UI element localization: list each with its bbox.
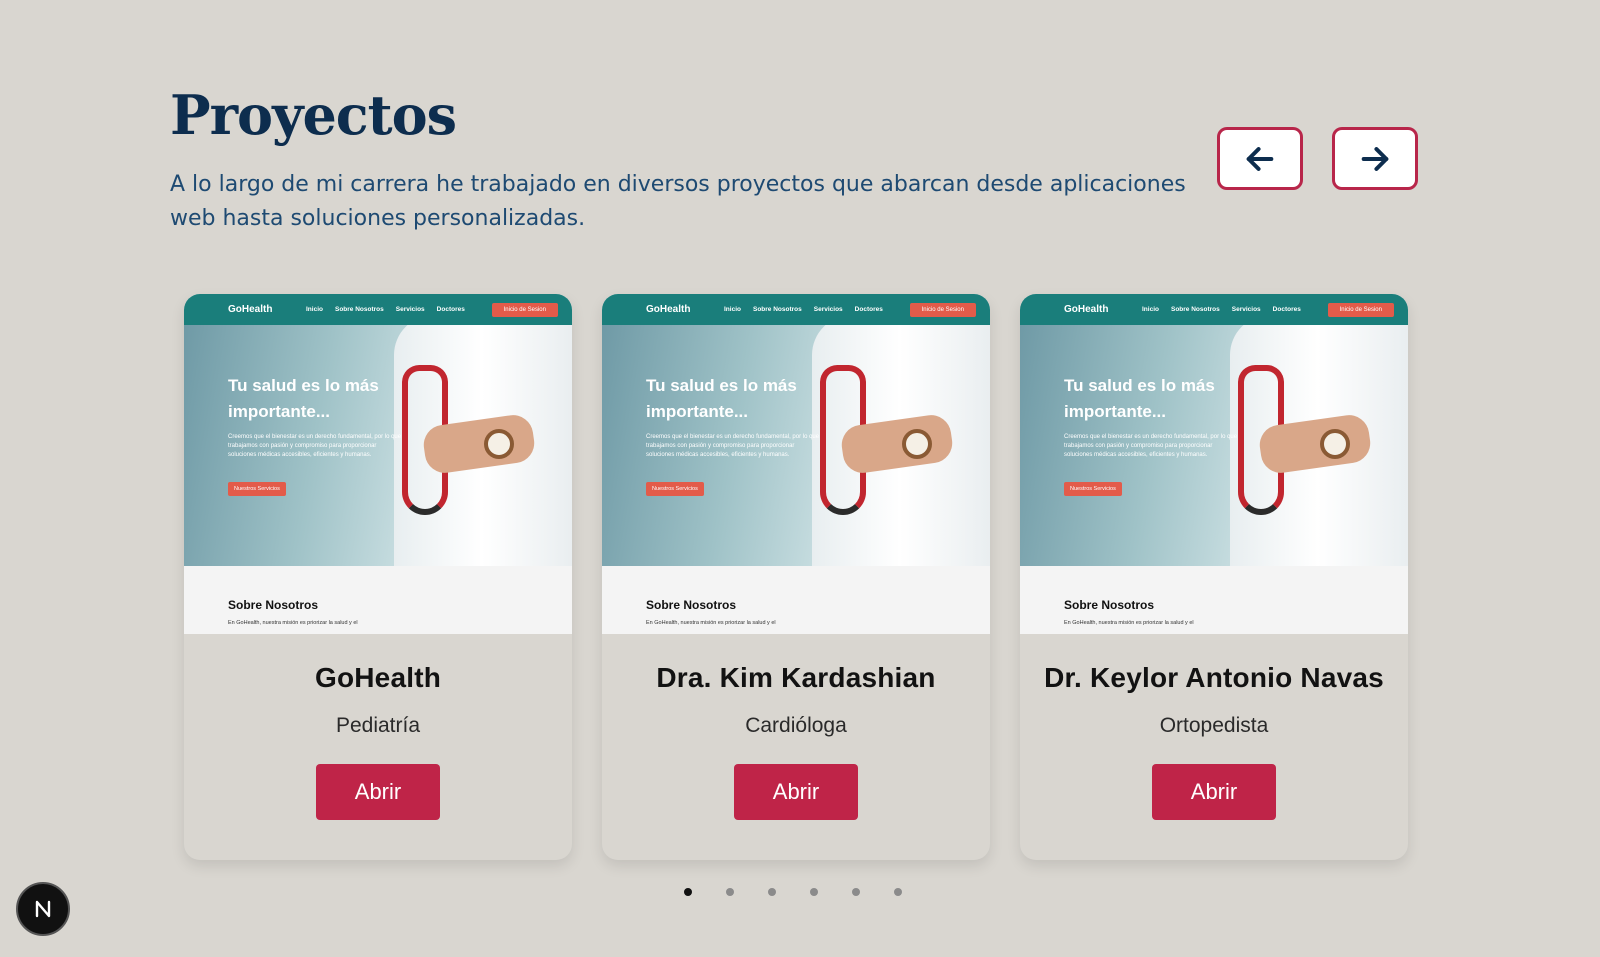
project-card: GoHealth Inicio Sobre Nosotros Servicios… — [602, 294, 990, 860]
project-name: Dr. Keylor Antonio Navas — [1044, 662, 1384, 693]
preview-nav-link: Doctores — [854, 306, 883, 313]
preview-nav-link: Servicios — [1231, 306, 1261, 313]
preview-about: Sobre Nosotros En GoHealth, nuestra misi… — [184, 566, 572, 634]
watch-image — [902, 429, 932, 459]
project-card: GoHealth Inicio Sobre Nosotros Servicios… — [1020, 294, 1408, 860]
pagination-dot[interactable] — [894, 888, 902, 896]
pagination-dot[interactable] — [768, 888, 776, 896]
preview-navbar: GoHealth Inicio Sobre Nosotros Servicios… — [602, 294, 990, 325]
preview-nav-link: Servicios — [813, 306, 843, 313]
preview-hero-title: Tu salud es lo más importante... — [646, 376, 797, 421]
preview-hero: Tu salud es lo más importante... Creemos… — [184, 325, 572, 566]
preview-navbar: GoHealth Inicio Sobre Nosotros Servicios… — [1020, 294, 1408, 325]
preview-logo: GoHealth — [646, 304, 691, 315]
preview-hero-body: Creemos que el bienestar es un derecho f… — [1064, 434, 1238, 458]
project-card: GoHealth Inicio Sobre Nosotros Servicios… — [184, 294, 572, 860]
pagination-dot[interactable] — [852, 888, 860, 896]
watch-image — [1320, 429, 1350, 459]
project-name: GoHealth — [314, 662, 442, 693]
preview-login-button: Inicio de Sesion — [491, 302, 558, 317]
preview-nav-link: Inicio — [306, 306, 323, 313]
preview-nav-links: Inicio Sobre Nosotros Servicios Doctores — [306, 306, 465, 313]
preview-nav-link: Sobre Nosotros — [752, 306, 802, 313]
preview-about-text: En GoHealth, nuestra misión es priorizar… — [228, 620, 358, 626]
pagination-dot[interactable] — [810, 888, 818, 896]
preview-hero: Tu salud es lo más importante... Creemos… — [1020, 325, 1408, 566]
preview-nav-links: Inicio Sobre Nosotros Servicios Doctores — [1142, 306, 1301, 313]
open-project-button[interactable]: Abrir — [734, 764, 858, 820]
preview-about-title: Sobre Nosotros — [646, 598, 737, 612]
preview-about-text: En GoHealth, nuestra misión es priorizar… — [646, 620, 776, 626]
project-role: Ortopedista — [1159, 714, 1269, 737]
arrow-right-icon — [1361, 146, 1389, 171]
page-description: A lo largo de mi carrera he trabajado en… — [170, 172, 1186, 231]
watch-image — [484, 429, 514, 459]
preview-logo: GoHealth — [228, 304, 273, 315]
pagination-dot[interactable] — [726, 888, 734, 896]
preview-about-title: Sobre Nosotros — [228, 598, 319, 612]
prev-button[interactable] — [1217, 127, 1303, 190]
preview-nav-links: Inicio Sobre Nosotros Servicios Doctores — [724, 306, 883, 313]
preview-nav-link: Doctores — [436, 306, 465, 313]
project-role: Pediatría — [335, 714, 421, 737]
preview-nav-link: Sobre Nosotros — [334, 306, 384, 313]
preview-hero-title: Tu salud es lo más importante... — [1064, 376, 1215, 421]
preview-nav-link: Inicio — [724, 306, 741, 313]
project-name: Dra. Kim Kardashian — [656, 662, 936, 693]
preview-logo: GoHealth — [1064, 304, 1109, 315]
preview-about-title: Sobre Nosotros — [1064, 598, 1155, 612]
preview-hero-body: Creemos que el bienestar es un derecho f… — [228, 434, 402, 458]
preview-login-button: Inicio de Sesion — [909, 302, 976, 317]
preview-about: Sobre Nosotros En GoHealth, nuestra misi… — [602, 566, 990, 634]
preview-hero-body: Creemos que el bienestar es un derecho f… — [646, 434, 820, 458]
preview-about-text: En GoHealth, nuestra misión es priorizar… — [1064, 620, 1194, 626]
preview-nav-link: Sobre Nosotros — [1170, 306, 1220, 313]
open-project-button[interactable]: Abrir — [316, 764, 440, 820]
preview-hero-button: Nuestros Servicios — [646, 482, 704, 496]
project-preview: GoHealth Inicio Sobre Nosotros Servicios… — [184, 294, 572, 634]
project-preview: GoHealth Inicio Sobre Nosotros Servicios… — [1020, 294, 1408, 634]
preview-hero-button: Nuestros Servicios — [1064, 482, 1122, 496]
carousel-pagination — [684, 888, 902, 896]
preview-nav-link: Servicios — [395, 306, 425, 313]
preview-hero-button: Nuestros Servicios — [228, 482, 286, 496]
preview-hero-title: Tu salud es lo más importante... — [228, 376, 379, 421]
preview-nav-link: Doctores — [1272, 306, 1301, 313]
n-letter-icon — [35, 900, 51, 918]
project-role: Cardióloga — [745, 714, 847, 737]
project-preview: GoHealth Inicio Sobre Nosotros Servicios… — [602, 294, 990, 634]
arrow-left-icon — [1246, 146, 1274, 171]
preview-navbar: GoHealth Inicio Sobre Nosotros Servicios… — [184, 294, 572, 325]
preview-login-button: Inicio de Sesion — [1327, 302, 1394, 317]
preview-about: Sobre Nosotros En GoHealth, nuestra misi… — [1020, 566, 1408, 634]
nextjs-logo-icon[interactable] — [16, 882, 70, 936]
preview-hero: Tu salud es lo más importante... Creemos… — [602, 325, 990, 566]
preview-nav-link: Inicio — [1142, 306, 1159, 313]
open-project-button[interactable]: Abrir — [1152, 764, 1276, 820]
pagination-dot[interactable] — [684, 888, 692, 896]
next-button[interactable] — [1332, 127, 1418, 190]
